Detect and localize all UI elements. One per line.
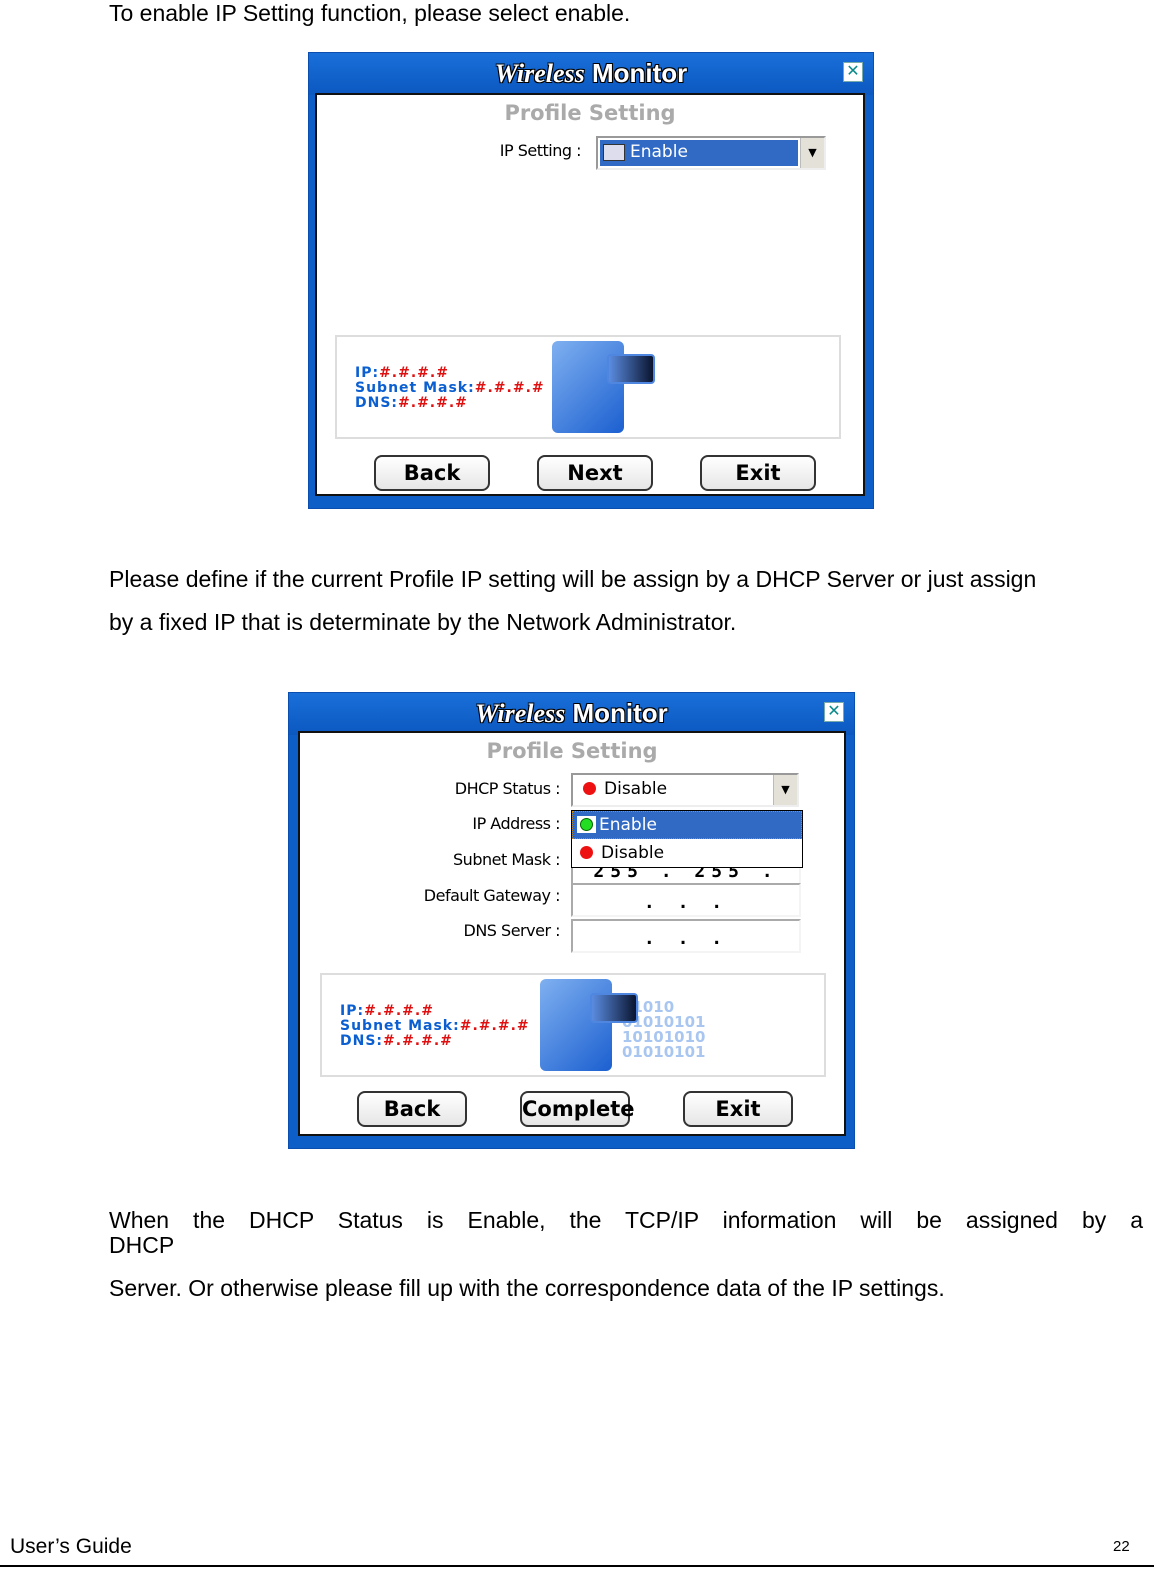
exit-button[interactable]: Exit — [683, 1091, 793, 1127]
back-button[interactable]: Back — [374, 455, 490, 491]
chevron-down-icon[interactable]: ▼ — [773, 775, 797, 805]
complete-button[interactable]: Complete — [520, 1091, 634, 1127]
close-icon[interactable]: ✕ — [824, 702, 844, 722]
ip-setting-label: IP Setting : — [499, 141, 582, 160]
next-button[interactable]: Next — [537, 455, 653, 491]
dropdown-option-disable[interactable]: Disable — [572, 839, 802, 867]
red-dot-icon — [583, 782, 596, 795]
dialog-panel: Profile Setting DHCP Status : IP Address… — [298, 731, 846, 1136]
dialog-title: Wireless Monitor — [289, 698, 854, 729]
info-dns: DNS:#.#.#.# — [340, 1033, 453, 1049]
default-gateway-label: Default Gateway : — [423, 886, 561, 905]
title-italic: Wireless — [475, 699, 566, 728]
wireless-monitor-dialog-dhcp: Wireless Monitor ✕ Profile Setting DHCP … — [288, 692, 855, 1149]
dhcp-status-label: DHCP Status : — [454, 779, 561, 798]
info-dns: DNS:#.#.#.# — [355, 395, 468, 411]
back-button[interactable]: Back — [357, 1091, 467, 1127]
ip-info-box: IP:#.#.#.# Subnet Mask:#.#.#.# DNS:#.#.#… — [335, 335, 841, 439]
wireless-monitor-dialog-ip-setting: Wireless Monitor ✕ Profile Setting IP Se… — [308, 52, 874, 509]
page-number: 22 — [1113, 1538, 1130, 1555]
info-subnet: Subnet Mask:#.#.#.# — [355, 380, 545, 396]
title-italic: Wireless — [494, 59, 585, 88]
profile-setting-heading: Profile Setting — [504, 101, 676, 125]
dns-server-label: DNS Server : — [463, 921, 561, 940]
footer-rule — [0, 1565, 1154, 1567]
default-gateway-field[interactable]: . . . — [571, 883, 801, 917]
wireless-card-icon — [607, 354, 655, 384]
dhcp-status-value: Disable — [604, 779, 668, 799]
title-bold: Monitor — [591, 58, 688, 88]
dhcp-status-select[interactable]: Disable ▼ — [571, 773, 799, 807]
paragraph-2-line-1: Please define if the current Profile IP … — [109, 566, 1037, 592]
paragraph-3-line-1: When the DHCP Status is Enable, the TCP/… — [109, 1207, 1143, 1258]
profile-setting-heading: Profile Setting — [486, 739, 658, 763]
dialog-panel: Profile Setting IP Setting : Enable ▼ IP… — [315, 93, 865, 496]
ip-setting-select[interactable]: Enable ▼ — [596, 136, 826, 170]
ip-info-box: IP:#.#.#.# Subnet Mask:#.#.#.# DNS:#.#.#… — [320, 973, 826, 1077]
dropdown-option-enable[interactable]: Enable — [572, 811, 802, 839]
title-bold: Monitor — [572, 698, 668, 728]
ip-setting-value: Enable — [630, 142, 688, 162]
ip-setting-selected: Enable — [600, 140, 798, 166]
paragraph-2-line-2: by a fixed IP that is determinate by the… — [109, 609, 737, 635]
chevron-down-icon[interactable]: ▼ — [800, 138, 824, 168]
info-subnet: Subnet Mask:#.#.#.# — [340, 1018, 530, 1034]
paragraph-3-line-2: Server. Or otherwise please fill up with… — [109, 1275, 945, 1301]
exit-button[interactable]: Exit — [700, 455, 816, 491]
dhcp-dropdown-list: Enable Disable — [571, 810, 803, 868]
network-computer-icon — [603, 144, 625, 161]
ip-address-label: IP Address : — [472, 814, 560, 833]
green-dot-icon — [580, 818, 593, 831]
red-dot-icon — [580, 846, 593, 859]
info-ip: IP:#.#.#.# — [340, 1003, 434, 1019]
subnet-mask-label: Subnet Mask : — [453, 850, 560, 869]
dialog-title: Wireless Monitor — [309, 58, 873, 89]
wireless-card-icon — [590, 993, 638, 1023]
close-icon[interactable]: ✕ — [843, 62, 863, 82]
info-ip: IP:#.#.#.# — [355, 365, 449, 381]
footer-title: User’s Guide — [10, 1535, 132, 1558]
option-label: Disable — [601, 843, 665, 863]
title-bar: Wireless Monitor ✕ — [309, 53, 873, 95]
intro-text: To enable IP Setting function, please se… — [109, 0, 631, 26]
title-bar: Wireless Monitor ✕ — [289, 693, 854, 735]
option-label: Enable — [599, 815, 657, 835]
dns-server-field[interactable]: . . . — [571, 919, 801, 953]
